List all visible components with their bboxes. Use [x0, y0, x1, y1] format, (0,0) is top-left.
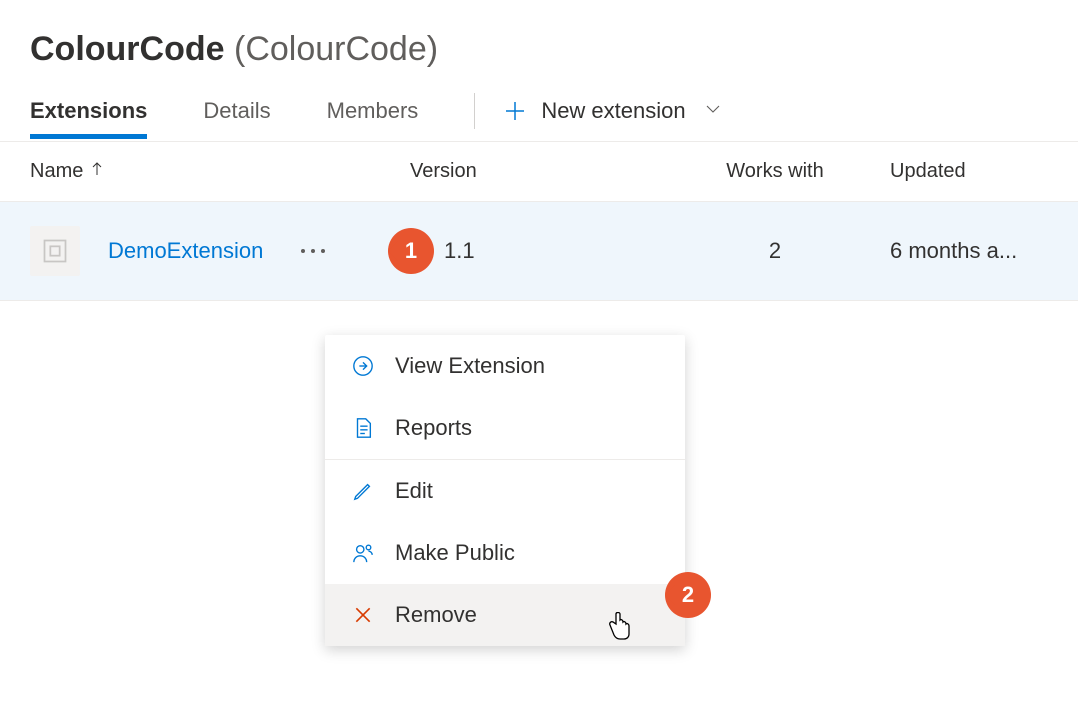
badge-text: 2 — [682, 582, 694, 608]
header-label: Works with — [726, 160, 823, 182]
menu-item-edit[interactable]: Edit — [325, 460, 685, 522]
cursor-icon — [608, 612, 634, 647]
menu-label: Edit — [395, 478, 433, 504]
tab-label: Details — [203, 98, 270, 123]
title-suffix: (ColourCode) — [225, 30, 439, 68]
cell-name: DemoExtension — [30, 226, 410, 276]
menu-label: View Extension — [395, 353, 545, 379]
pencil-icon — [349, 480, 377, 502]
page-header: ColourCode (ColourCode) — [0, 0, 1078, 69]
menu-item-make-public[interactable]: Make Public — [325, 522, 685, 584]
menu-item-reports[interactable]: Reports — [325, 397, 685, 459]
col-header-version[interactable]: Version — [410, 160, 660, 183]
col-header-name[interactable]: Name — [30, 160, 410, 183]
header-label: Version — [410, 160, 477, 182]
cell-updated: 6 months a... — [890, 238, 1048, 264]
tab-label: Members — [327, 98, 419, 123]
cell-version: 1.1 — [410, 238, 660, 264]
menu-label: Reports — [395, 415, 472, 441]
chevron-down-icon — [704, 98, 722, 124]
col-header-updated[interactable]: Updated — [890, 160, 1048, 183]
more-actions-button[interactable] — [299, 247, 327, 255]
annotation-badge-1: 1 — [388, 228, 434, 274]
tab-extensions[interactable]: Extensions — [30, 98, 147, 136]
extension-icon — [30, 226, 80, 276]
menu-label: Make Public — [395, 540, 515, 566]
version-text: 1.1 — [444, 238, 475, 264]
tabs-row: Extensions Details Members New extension — [0, 93, 1078, 142]
table-row[interactable]: DemoExtension 1.1 2 6 months a... — [0, 202, 1078, 301]
extensions-table: Name Version Works with Updated DemoExte… — [0, 142, 1078, 301]
badge-text: 1 — [405, 238, 417, 264]
table-header: Name Version Works with Updated — [0, 142, 1078, 202]
plus-icon — [503, 99, 527, 123]
header-label: Updated — [890, 160, 966, 182]
sort-asc-icon — [89, 160, 105, 183]
page-title: ColourCode (ColourCode) — [30, 30, 1048, 69]
tab-label: Extensions — [30, 98, 147, 123]
people-icon — [349, 542, 377, 564]
updated-text: 6 months a... — [890, 238, 1017, 263]
tab-members[interactable]: Members — [327, 98, 419, 136]
annotation-badge-2: 2 — [665, 572, 711, 618]
document-icon — [349, 417, 377, 439]
header-label: Name — [30, 160, 83, 183]
col-header-works-with[interactable]: Works with — [660, 160, 890, 183]
menu-label: Remove — [395, 602, 477, 628]
works-with-text: 2 — [769, 238, 781, 263]
cell-works-with: 2 — [660, 238, 890, 264]
menu-item-view-extension[interactable]: View Extension — [325, 335, 685, 397]
title-main: ColourCode — [30, 30, 225, 68]
tab-details[interactable]: Details — [203, 98, 270, 136]
new-extension-label: New extension — [541, 98, 685, 124]
context-menu: View Extension Reports Edit Make Public … — [325, 335, 685, 646]
x-icon — [349, 605, 377, 625]
extension-name-link[interactable]: DemoExtension — [108, 238, 263, 264]
arrow-right-circle-icon — [349, 355, 377, 377]
new-extension-button[interactable]: New extension — [503, 98, 721, 136]
divider — [474, 93, 475, 129]
